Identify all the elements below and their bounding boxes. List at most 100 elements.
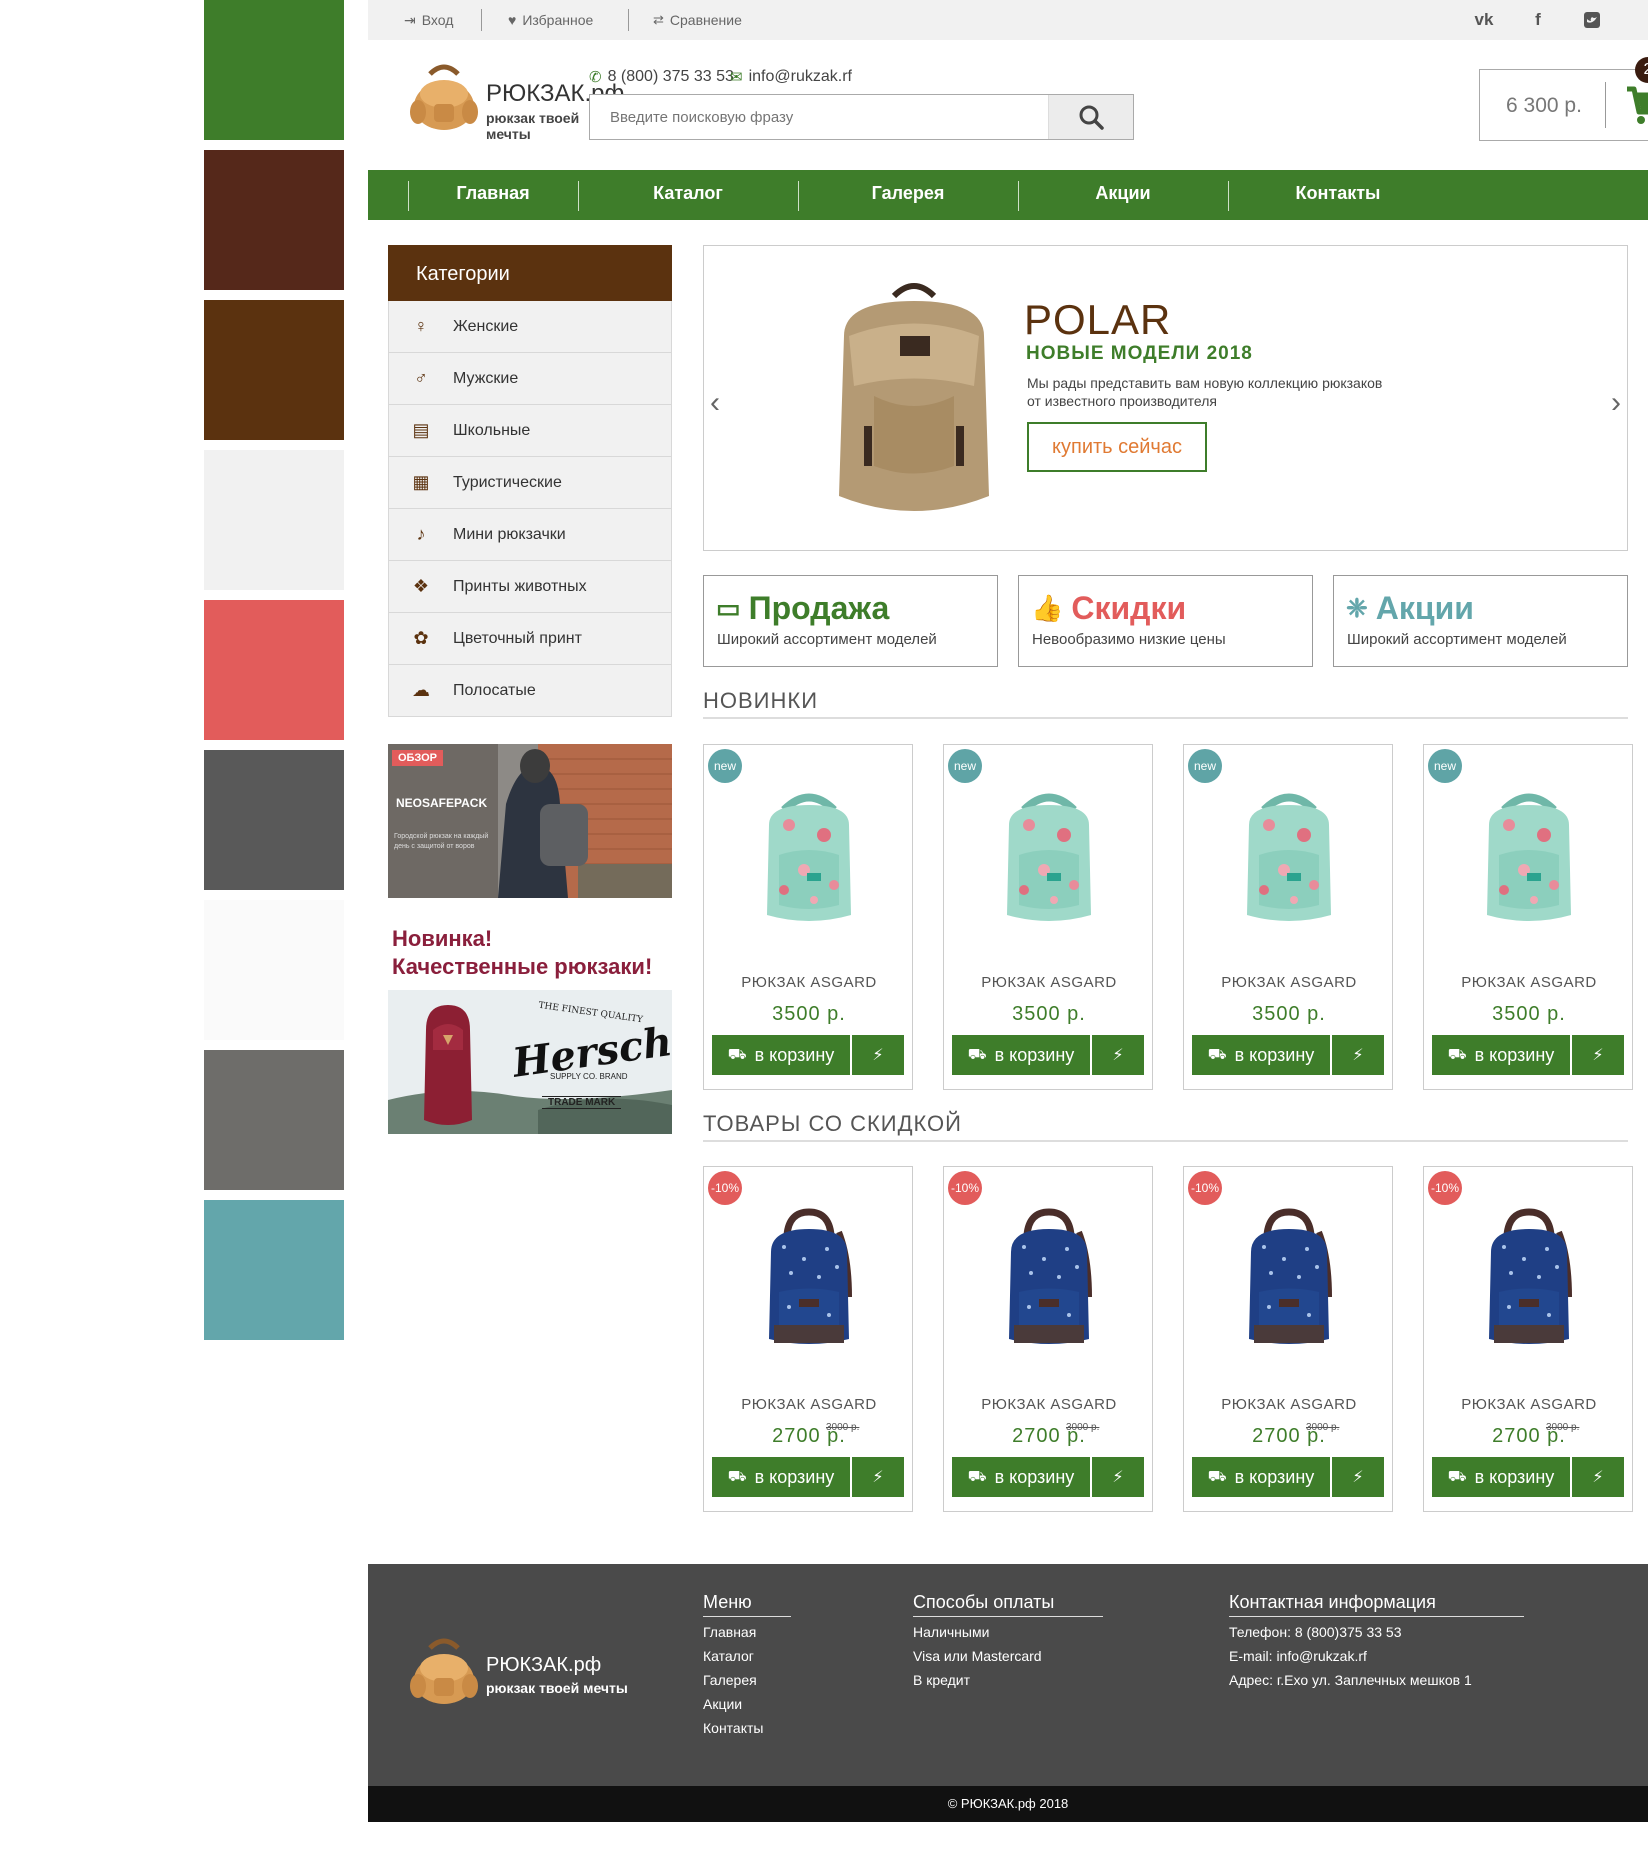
cart[interactable]: 6 300 р. — [1479, 69, 1648, 141]
category-label: Туристические — [453, 473, 562, 491]
footer-link[interactable]: Галерея — [703, 1672, 757, 1688]
quick-buy-button[interactable]: ⚡︎ — [1332, 1035, 1384, 1075]
category-item[interactable]: ☁ Полосатые — [388, 665, 672, 717]
twitter-icon[interactable] — [1580, 8, 1604, 32]
feature-box[interactable]: ▭ Продажа Широкий ассортимент моделей — [703, 575, 998, 667]
feature-box[interactable]: 👍 Скидки Невообразимо низкие цены — [1018, 575, 1313, 667]
add-to-cart-button[interactable]: ⛟ в корзину — [952, 1035, 1090, 1075]
chevron-right-icon[interactable]: › — [1611, 386, 1621, 420]
feature-title: ▭ Продажа — [716, 590, 890, 626]
search-button[interactable] — [1048, 95, 1133, 139]
nav-home[interactable]: Главная — [408, 183, 578, 204]
feature-title: 👍 Скидки — [1031, 590, 1187, 626]
old-price: 3000 р. — [1306, 1422, 1340, 1433]
quick-buy-button[interactable]: ⚡︎ — [852, 1457, 904, 1497]
product-name[interactable]: РЮКЗАК ASGARD — [1184, 1396, 1394, 1413]
product-card[interactable]: -10% РЮКЗАК ASGARD 2700 р. 3000 р. ⛟ в корзин… — [703, 1166, 913, 1512]
category-item[interactable]: ▦ Туристические — [388, 457, 672, 509]
facebook-icon[interactable]: f — [1526, 8, 1550, 32]
quick-buy-button[interactable]: ⚡︎ — [1572, 1457, 1624, 1497]
footer-link[interactable]: Адрес: г.Ехо ул. Заплечных мешков 1 — [1229, 1672, 1472, 1688]
promo-banner-neosafepack[interactable]: ОБЗОР NEOSAFEPACK Городской рюкзак на ка… — [388, 744, 672, 898]
logo[interactable]: РЮКЗАК.рф рюкзак твоей мечты — [408, 60, 624, 142]
footer-menu-title: Меню — [703, 1592, 791, 1617]
product-image[interactable] — [1229, 785, 1349, 930]
main-nav: Главная Каталог Галерея Акции Контакты — [368, 170, 1648, 220]
product-card[interactable]: -10% РЮКЗАК ASGARD 2700 р. 3000 р. ⛟ в корзин… — [1423, 1166, 1633, 1512]
category-item[interactable]: ❖ Принты животных — [388, 561, 672, 613]
footer-link[interactable]: В кредит — [913, 1672, 970, 1688]
product-name[interactable]: РЮКЗАК ASGARD — [944, 1396, 1154, 1413]
category-item[interactable]: ♀ Женские — [388, 301, 672, 353]
product-name[interactable]: РЮКЗАК ASGARD — [704, 1396, 914, 1413]
cart-icon: ⛟ — [1447, 1467, 1467, 1485]
search-input[interactable] — [590, 95, 1115, 139]
nav-contacts[interactable]: Контакты — [1228, 183, 1448, 204]
vk-icon[interactable]: vk — [1472, 8, 1496, 32]
product-name[interactable]: РЮКЗАК ASGARD — [704, 974, 914, 991]
compare-link[interactable]: ⇄ Сравнение — [653, 10, 742, 30]
quick-buy-button[interactable]: ⚡︎ — [1572, 1035, 1624, 1075]
add-to-cart-button[interactable]: ⛟ в корзину — [1432, 1457, 1570, 1497]
quick-buy-button[interactable]: ⚡︎ — [1332, 1457, 1384, 1497]
product-name[interactable]: РЮКЗАК ASGARD — [1184, 974, 1394, 991]
quick-buy-button[interactable]: ⚡︎ — [852, 1035, 904, 1075]
footer-link[interactable]: Главная — [703, 1624, 756, 1640]
add-to-cart-button[interactable]: ⛟ в корзину — [1192, 1035, 1330, 1075]
footer-link[interactable]: Акции — [703, 1696, 742, 1712]
category-item[interactable]: ♪ Мини рюкзачки — [388, 509, 672, 561]
footer-link[interactable]: Контакты — [703, 1720, 763, 1736]
footer-logo[interactable]: РЮКЗАК.рф рюкзак твоей мечты — [408, 1634, 628, 1714]
add-to-cart-button[interactable]: ⛟ в корзину — [712, 1457, 850, 1497]
feature-box[interactable]: ❈ Акции Широкий ассортимент моделей — [1333, 575, 1628, 667]
product-card[interactable]: new РЮКЗАК ASGARD 3500 р. ⛟ в корзину ⚡︎ — [1423, 744, 1633, 1090]
product-image[interactable] — [1469, 1207, 1589, 1352]
divider — [703, 1140, 1628, 1142]
footer-link[interactable]: E-mail: info@rukzak.rf — [1229, 1648, 1367, 1664]
product-card[interactable]: -10% РЮКЗАК ASGARD 2700 р. 3000 р. ⛟ в корзин… — [1183, 1166, 1393, 1512]
product-image[interactable] — [749, 1207, 869, 1352]
category-label: Мужские — [453, 369, 519, 387]
nav-gallery[interactable]: Галерея — [798, 183, 1018, 204]
product-image[interactable] — [1229, 1207, 1349, 1352]
palette-swatch — [204, 0, 344, 140]
quick-buy-button[interactable]: ⚡︎ — [1092, 1035, 1144, 1075]
product-card[interactable]: -10% РЮКЗАК ASGARD 2700 р. 3000 р. ⛟ в корзин… — [943, 1166, 1153, 1512]
nav-promotions[interactable]: Акции — [1018, 183, 1228, 204]
chevron-left-icon[interactable]: ‹ — [710, 386, 720, 420]
email[interactable]: ✉ info@rukzak.rf — [730, 68, 852, 86]
login-link[interactable]: ⇥ Вход — [404, 10, 453, 30]
product-image[interactable] — [989, 785, 1109, 930]
add-to-cart-button[interactable]: ⛟ в корзину — [952, 1457, 1090, 1497]
footer-link[interactable]: Каталог — [703, 1648, 754, 1664]
category-item[interactable]: ♂ Мужские — [388, 353, 672, 405]
credit-card-icon: ▭ — [716, 593, 741, 623]
feature-description: Невообразимо низкие цены — [1032, 631, 1226, 648]
nav-catalog[interactable]: Каталог — [578, 183, 798, 204]
product-name[interactable]: РЮКЗАК ASGARD — [944, 974, 1154, 991]
footer-link[interactable]: Наличными — [913, 1624, 989, 1640]
category-item[interactable]: ✿ Цветочный принт — [388, 613, 672, 665]
footer-link[interactable]: Visa или Mastercard — [913, 1648, 1042, 1664]
product-image[interactable] — [749, 785, 869, 930]
product-card[interactable]: new РЮКЗАК ASGARD 3500 р. ⛟ в корзину ⚡︎ — [1183, 744, 1393, 1090]
add-to-cart-button[interactable]: ⛟ в корзину — [712, 1035, 850, 1075]
product-image[interactable] — [1469, 785, 1589, 930]
footer-link[interactable]: Телефон: 8 (800)375 33 53 — [1229, 1624, 1402, 1640]
buy-now-button[interactable]: купить сейчас — [1027, 422, 1207, 472]
product-name[interactable]: РЮКЗАК ASGARD — [1424, 1396, 1634, 1413]
quick-buy-button[interactable]: ⚡︎ — [1092, 1457, 1144, 1497]
cart-icon: ⛟ — [727, 1045, 747, 1063]
add-to-cart-button[interactable]: ⛟ в корзину — [1432, 1035, 1570, 1075]
product-card[interactable]: new РЮКЗАК ASGARD 3500 р. ⛟ в корзину ⚡︎ — [703, 744, 913, 1090]
add-to-cart-button[interactable]: ⛟ в корзину — [1192, 1457, 1330, 1497]
category-item[interactable]: ▤ Школьные — [388, 405, 672, 457]
cart-icon: ⛟ — [1207, 1045, 1227, 1063]
new-badge: new — [1428, 749, 1462, 783]
product-card[interactable]: new РЮКЗАК ASGARD 3500 р. ⛟ в корзину ⚡︎ — [943, 744, 1153, 1090]
product-name[interactable]: РЮКЗАК ASGARD — [1424, 974, 1634, 991]
favorites-link[interactable]: ♥ Избранное — [508, 10, 593, 30]
product-image[interactable] — [989, 1207, 1109, 1352]
bolt-icon: ⚡︎ — [1592, 1047, 1604, 1064]
promo-banner-herschel[interactable]: THE FINEST QUALITY Herschel SUPPLY CO. B… — [388, 990, 672, 1134]
